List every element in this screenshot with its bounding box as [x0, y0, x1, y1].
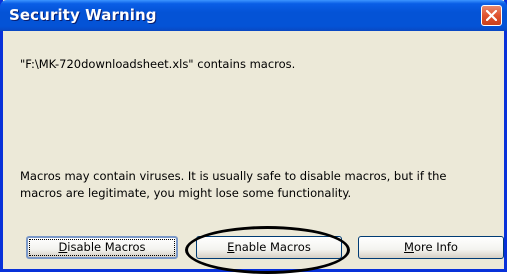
warning-line-2: macros are legitimate, you might lose so… [20, 186, 352, 200]
close-icon [486, 10, 497, 21]
enable-label: nable Macros [234, 240, 311, 254]
security-warning-dialog: Security Warning "F:\MK-720downloadsheet… [0, 0, 507, 272]
disable-macros-button[interactable]: Disable Macros [26, 236, 178, 259]
more-mnemonic: M [404, 240, 414, 254]
title-bar[interactable]: Security Warning [0, 0, 507, 31]
enable-macros-button[interactable]: Enable Macros [196, 236, 342, 259]
warning-message: Macros may contain viruses. It is usuall… [20, 168, 446, 202]
warning-line-1: Macros may contain viruses. It is usuall… [20, 169, 447, 183]
disable-label: isable Macros [67, 240, 146, 254]
more-info-button[interactable]: More Info [358, 236, 504, 259]
disable-mnemonic: D [58, 240, 68, 254]
dialog-title: Security Warning [9, 6, 157, 24]
more-label: ore Info [413, 240, 458, 254]
close-button[interactable] [481, 5, 502, 26]
file-message: "F:\MK-720downloadsheet.xls" contains ma… [20, 57, 296, 71]
